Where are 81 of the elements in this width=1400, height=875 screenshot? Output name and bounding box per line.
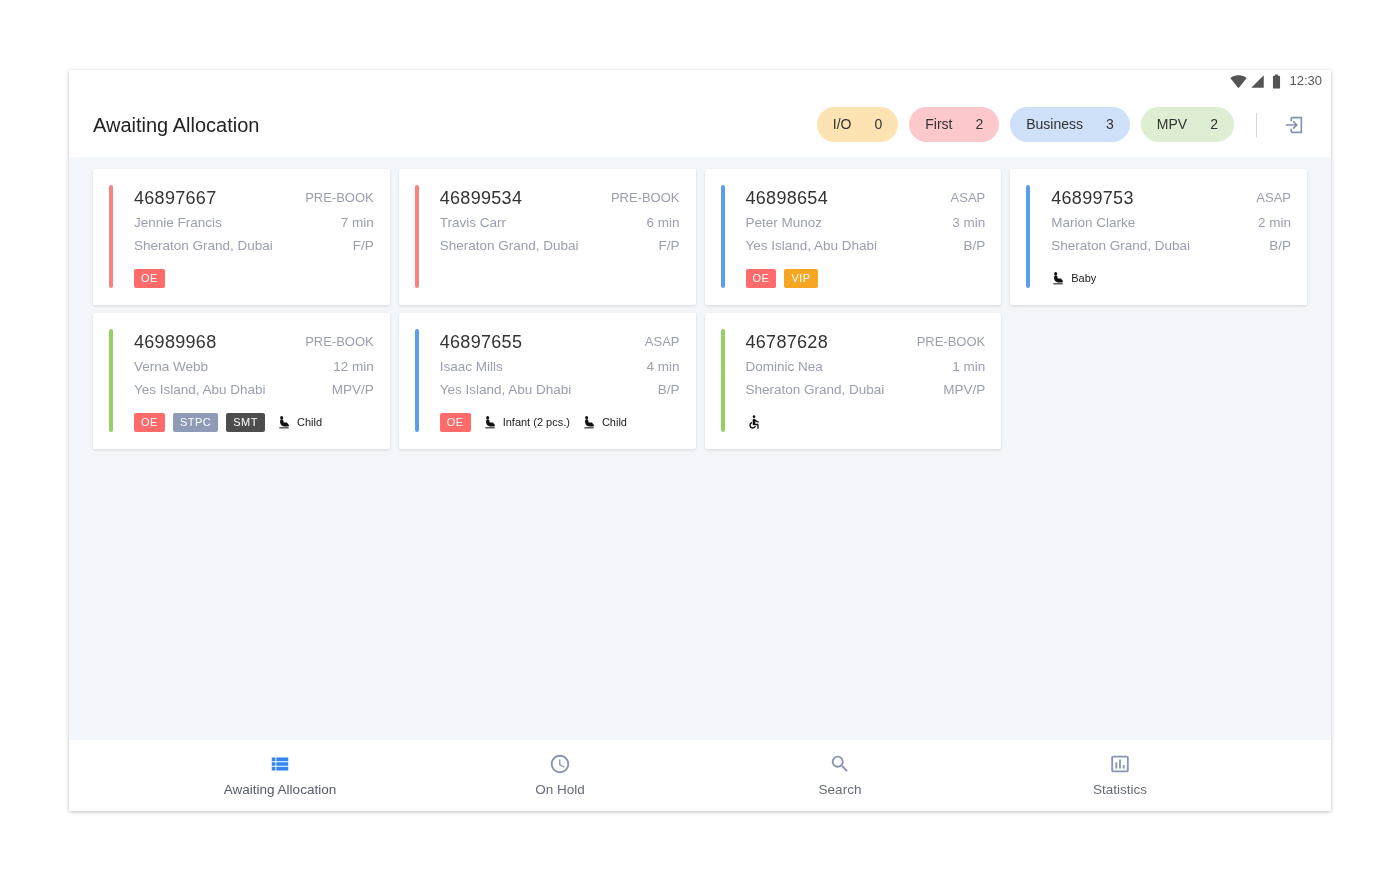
wait-time: 4 min	[646, 358, 680, 377]
extra-label: Child	[601, 414, 627, 430]
page-title: Awaiting Allocation	[93, 112, 261, 138]
service-tag: SMT	[226, 412, 265, 432]
counter-label: I/O	[832, 115, 852, 134]
child-seat-icon	[581, 415, 596, 429]
wait-time: 1 min	[952, 358, 986, 377]
guest-name: Peter Munoz	[745, 214, 823, 233]
service-tag: STPC	[172, 412, 219, 432]
wait-time: 3 min	[952, 214, 986, 233]
vehicle-class: B/P	[657, 381, 680, 400]
counter-label: MPV	[1156, 115, 1188, 134]
booking-number: 46899753	[1051, 186, 1134, 210]
vehicle-class: B/P	[1269, 237, 1291, 256]
counter-value: 3	[1106, 115, 1114, 134]
counter-value: 2	[1210, 115, 1218, 134]
clock-icon	[549, 752, 571, 775]
nav-tab[interactable]: Awaiting Allocation	[140, 740, 420, 811]
wifi-icon	[1230, 72, 1248, 90]
vehicle-class: F/P	[658, 237, 680, 256]
booking-type: PRE-BOOK	[305, 189, 374, 208]
guest-name: Travis Carr	[439, 214, 506, 233]
guest-name: Jennie Francis	[134, 214, 222, 233]
hotel-name: Sheraton Grand, Dubai	[439, 237, 579, 256]
booking-type: PRE-BOOK	[610, 189, 680, 208]
booking-number: 46787628	[745, 330, 828, 354]
booking-card[interactable]: 46897655 ASAP Isaac Mills 4 min Yes Island, Abu Dhabi B/P OE Infant (2 pcs.) Child	[398, 313, 696, 449]
guest-name: Marion Clarke	[1051, 214, 1136, 233]
hotel-name: Yes Island, Abu Dhabi	[439, 381, 572, 400]
booking-number: 46898654	[745, 186, 828, 210]
vehicle-class: MPV/P	[943, 381, 986, 400]
extra-label: Baby	[1071, 270, 1097, 286]
booking-type: ASAP	[1256, 189, 1291, 208]
counter-value: 0	[874, 115, 883, 134]
clock-time: 12:30	[1289, 72, 1322, 91]
booking-number: 46897667	[134, 186, 217, 210]
booking-number: 46899534	[439, 186, 523, 210]
child-seat-icon	[1051, 271, 1066, 285]
guest-name: Dominic Nea	[745, 358, 823, 377]
wait-time: 6 min	[646, 214, 680, 233]
booking-card[interactable]: 46787628 PRE-BOOK Dominic Nea 1 min Sheraton Grand, Dubai MPV/P	[704, 313, 1002, 449]
service-tag: VIP	[784, 268, 818, 288]
booking-card[interactable]: 46897667 PRE-BOOK Jennie Francis 7 min Sheraton Grand, Dubai F/P OE	[93, 169, 390, 305]
signal-icon	[1250, 73, 1266, 89]
hotel-name: Sheraton Grand, Dubai	[745, 381, 885, 400]
wait-time: 2 min	[1258, 214, 1291, 233]
hotel-name: Sheraton Grand, Dubai	[1051, 237, 1191, 256]
extra-label: Child	[297, 414, 323, 430]
nav-tab[interactable]: On Hold	[420, 740, 700, 811]
child-seat-icon	[482, 415, 497, 429]
booking-type: PRE-BOOK	[305, 333, 374, 352]
booking-type: PRE-BOOK	[916, 333, 986, 352]
extra-label: Infant (2 pcs.)	[502, 414, 570, 430]
hotel-name: Yes Island, Abu Dhabi	[134, 381, 266, 400]
hotel-name: Yes Island, Abu Dhabi	[745, 237, 878, 256]
service-tag: OE	[439, 412, 471, 432]
child-seat-icon	[277, 415, 291, 429]
wait-time: 7 min	[340, 214, 374, 233]
service-tag: OE	[134, 268, 165, 288]
guest-name: Verna Webb	[134, 358, 209, 377]
guest-name: Isaac Mills	[439, 358, 503, 377]
nav-tab[interactable]: Statistics	[980, 740, 1260, 811]
booking-card[interactable]: 46898654 ASAP Peter Munoz 3 min Yes Island, Abu Dhabi B/P OE VIP	[704, 169, 1002, 305]
booking-card[interactable]: 46989968 PRE-BOOK Verna Webb 12 min Yes Island, Abu Dhabi MPV/P OE STPC SMT Child	[93, 313, 390, 449]
booking-card[interactable]: 46899753 ASAP Marion Clarke 2 min Sheraton Grand, Dubai B/P Baby	[1010, 169, 1307, 305]
counter-value: 2	[975, 115, 984, 134]
booking-number: 46989968	[134, 330, 217, 354]
vehicle-class: B/P	[963, 237, 986, 256]
booking-number: 46897655	[439, 330, 523, 354]
vehicle-class: MPV/P	[331, 381, 374, 400]
counter-label: First	[925, 115, 953, 134]
booking-card[interactable]: 46899534 PRE-BOOK Travis Carr 6 min Sheraton Grand, Dubai F/P	[398, 169, 696, 305]
counter-label: Business	[1026, 115, 1084, 134]
service-tag: OE	[745, 268, 777, 288]
booking-type: ASAP	[950, 189, 986, 208]
vehicle-class: F/P	[352, 237, 374, 256]
booking-type: ASAP	[644, 333, 680, 352]
hotel-name: Sheraton Grand, Dubai	[134, 237, 273, 256]
wait-time: 12 min	[333, 358, 374, 377]
service-tag: OE	[134, 412, 165, 432]
nav-tab[interactable]: Search	[700, 740, 980, 811]
